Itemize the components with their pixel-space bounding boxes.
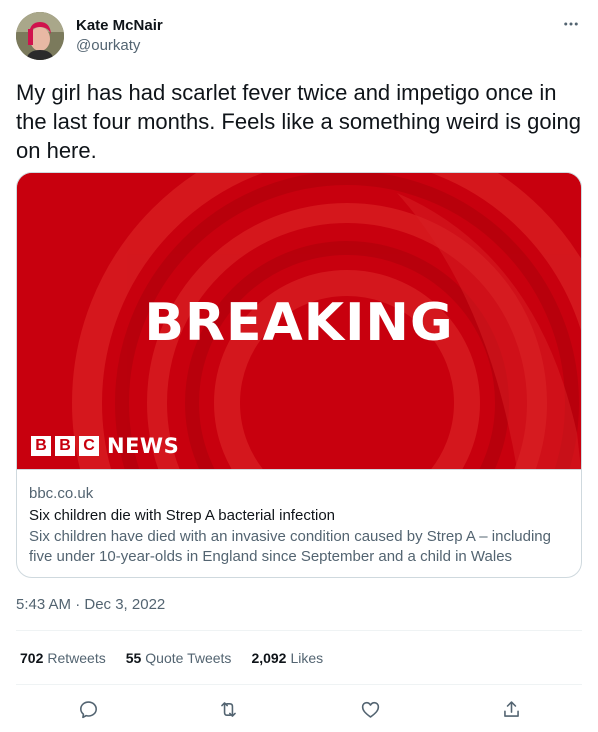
bbc-logo-letter: B <box>55 436 75 456</box>
divider <box>16 630 582 631</box>
tweet-text: My girl has had scarlet fever twice and … <box>16 80 581 163</box>
quote-tweets-label: Quote Tweets <box>145 650 232 666</box>
likes-count: 2,092 <box>251 650 287 666</box>
tweet-timestamp[interactable]: 5:43 AM · Dec 3, 2022 <box>16 595 165 615</box>
divider <box>16 684 582 685</box>
bbc-logo-letter: C <box>79 436 99 456</box>
avatar[interactable] <box>16 12 64 60</box>
card-image: BREAKING B B C NEWS <box>17 173 581 469</box>
quote-tweets-stat[interactable]: 55 Quote Tweets <box>126 648 232 668</box>
breaking-headline: BREAKING <box>144 293 454 353</box>
retweets-stat[interactable]: 702 Retweets <box>20 648 106 668</box>
share-button[interactable] <box>496 694 526 724</box>
author-name[interactable]: Kate McNair <box>76 17 163 35</box>
tweet-stats: 702 Retweets 55 Quote Tweets 2,092 Likes <box>20 648 343 668</box>
author-handle[interactable]: @ourkaty <box>76 37 140 55</box>
card-title: Six children die with Strep A bacterial … <box>29 507 335 524</box>
reply-button[interactable] <box>73 694 103 724</box>
bbc-logo-letter: B <box>31 436 51 456</box>
share-icon <box>503 700 519 717</box>
card-description: Six children have died with an invasive … <box>29 528 551 565</box>
likes-stat[interactable]: 2,092 Likes <box>251 648 323 668</box>
reply-icon <box>79 700 97 718</box>
link-card[interactable]: BREAKING B B C NEWS bbc.co.uk Six childr… <box>16 172 582 578</box>
more-options-icon[interactable] <box>562 15 580 33</box>
retweets-count: 702 <box>20 650 44 666</box>
bbc-logo-news: NEWS <box>107 434 180 458</box>
quote-tweets-count: 55 <box>125 650 142 666</box>
card-domain: bbc.co.uk <box>29 485 94 502</box>
tweet-actions <box>16 694 582 724</box>
profile-photo-icon <box>16 12 64 60</box>
like-button[interactable] <box>355 694 385 724</box>
retweet-button[interactable] <box>213 694 243 724</box>
tweet-header: Kate McNair @ourkaty <box>16 12 582 62</box>
likes-label: Likes <box>290 650 324 666</box>
retweets-label: Retweets <box>47 650 106 666</box>
like-icon <box>361 701 379 718</box>
card-divider <box>17 469 581 470</box>
retweet-icon <box>220 701 236 717</box>
bbc-news-logo: B B C NEWS <box>31 434 180 458</box>
